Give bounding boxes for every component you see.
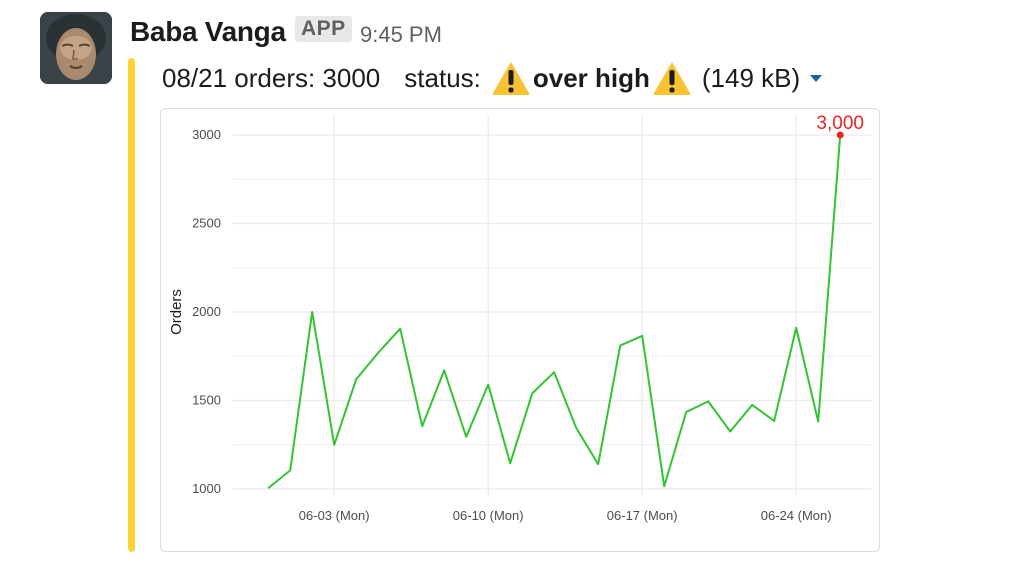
attachment-title: 08/21 orders: 3000 status: over high (14… (162, 60, 823, 96)
y-tick-label: 2500 (192, 216, 221, 231)
avatar[interactable] (40, 12, 112, 84)
status-value: over high (532, 62, 650, 93)
warning-icon (652, 60, 692, 96)
orders-summary: 08/21 orders: 3000 (162, 62, 381, 93)
y-tick-label: 3000 (192, 127, 221, 142)
x-tick-label: 06-17 (Mon) (607, 508, 678, 523)
avatar-photo (40, 12, 112, 84)
y-axis-label: Orders (168, 289, 185, 335)
attachment-accent-bar (128, 58, 135, 552)
caret-down-icon[interactable] (810, 74, 823, 82)
warning-icon (491, 60, 531, 96)
app-badge: APP (295, 16, 352, 42)
peak-annotation: 3,000 (816, 113, 864, 134)
message-timestamp[interactable]: 9:45 PM (360, 22, 442, 48)
y-tick-label: 2000 (192, 304, 221, 319)
chart-image[interactable]: 1000 1500 2000 2500 3000 06-03 (Mon) 06-10 (Mo… (160, 108, 880, 552)
status-label: status: (404, 62, 481, 93)
x-tick-label: 06-10 (Mon) (453, 508, 524, 523)
y-tick-label: 1000 (192, 481, 221, 496)
sender-name[interactable]: Baba Vanga (130, 16, 286, 48)
x-tick-label: 06-03 (Mon) (299, 508, 370, 523)
x-tick-label: 06-24 (Mon) (761, 508, 832, 523)
file-size: (149 kB) (701, 62, 801, 93)
orders-line-chart: 1000 1500 2000 2500 3000 06-03 (Mon) 06-10 (Mo… (168, 113, 871, 523)
y-tick-label: 1500 (192, 393, 221, 408)
